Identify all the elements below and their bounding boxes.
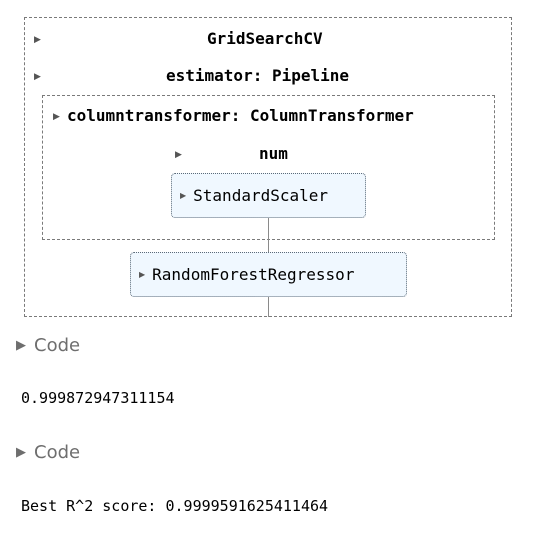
triangle-right-icon: ▶ xyxy=(180,191,187,200)
randomforestregressor-label: RandomForestRegressor xyxy=(152,265,355,284)
num-label[interactable]: num xyxy=(259,144,288,163)
randomforestregressor-box[interactable]: ▶ RandomForestRegressor xyxy=(130,252,407,297)
triangle-right-icon[interactable]: ▶ xyxy=(34,35,41,45)
code-toggle[interactable]: ▶ Code xyxy=(16,335,80,356)
code-toggle[interactable]: ▶ Code xyxy=(16,442,80,463)
code-toggle-label: Code xyxy=(34,442,81,463)
code-toggle-label: Code xyxy=(34,335,81,356)
cell-output: 0.999872947311154 xyxy=(21,389,175,407)
columntransformer-label[interactable]: columntransformer: ColumnTransformer xyxy=(67,106,414,125)
connector-line xyxy=(268,297,269,317)
triangle-right-icon[interactable]: ▶ xyxy=(175,150,182,160)
estimator-pipeline-label[interactable]: estimator: Pipeline xyxy=(166,66,349,85)
gridsearchcv-label[interactable]: GridSearchCV xyxy=(207,29,323,48)
triangle-right-icon[interactable]: ▶ xyxy=(34,72,41,82)
standardscaler-label: StandardScaler xyxy=(193,186,329,205)
standardscaler-box[interactable]: ▶ StandardScaler xyxy=(171,173,366,218)
triangle-right-icon: ▶ xyxy=(16,445,26,460)
triangle-right-icon[interactable]: ▶ xyxy=(53,112,60,122)
triangle-right-icon: ▶ xyxy=(139,270,146,279)
triangle-right-icon: ▶ xyxy=(16,338,26,353)
cell-output: Best R^2 score: 0.9999591625411464 xyxy=(21,497,329,515)
connector-line xyxy=(268,218,269,252)
